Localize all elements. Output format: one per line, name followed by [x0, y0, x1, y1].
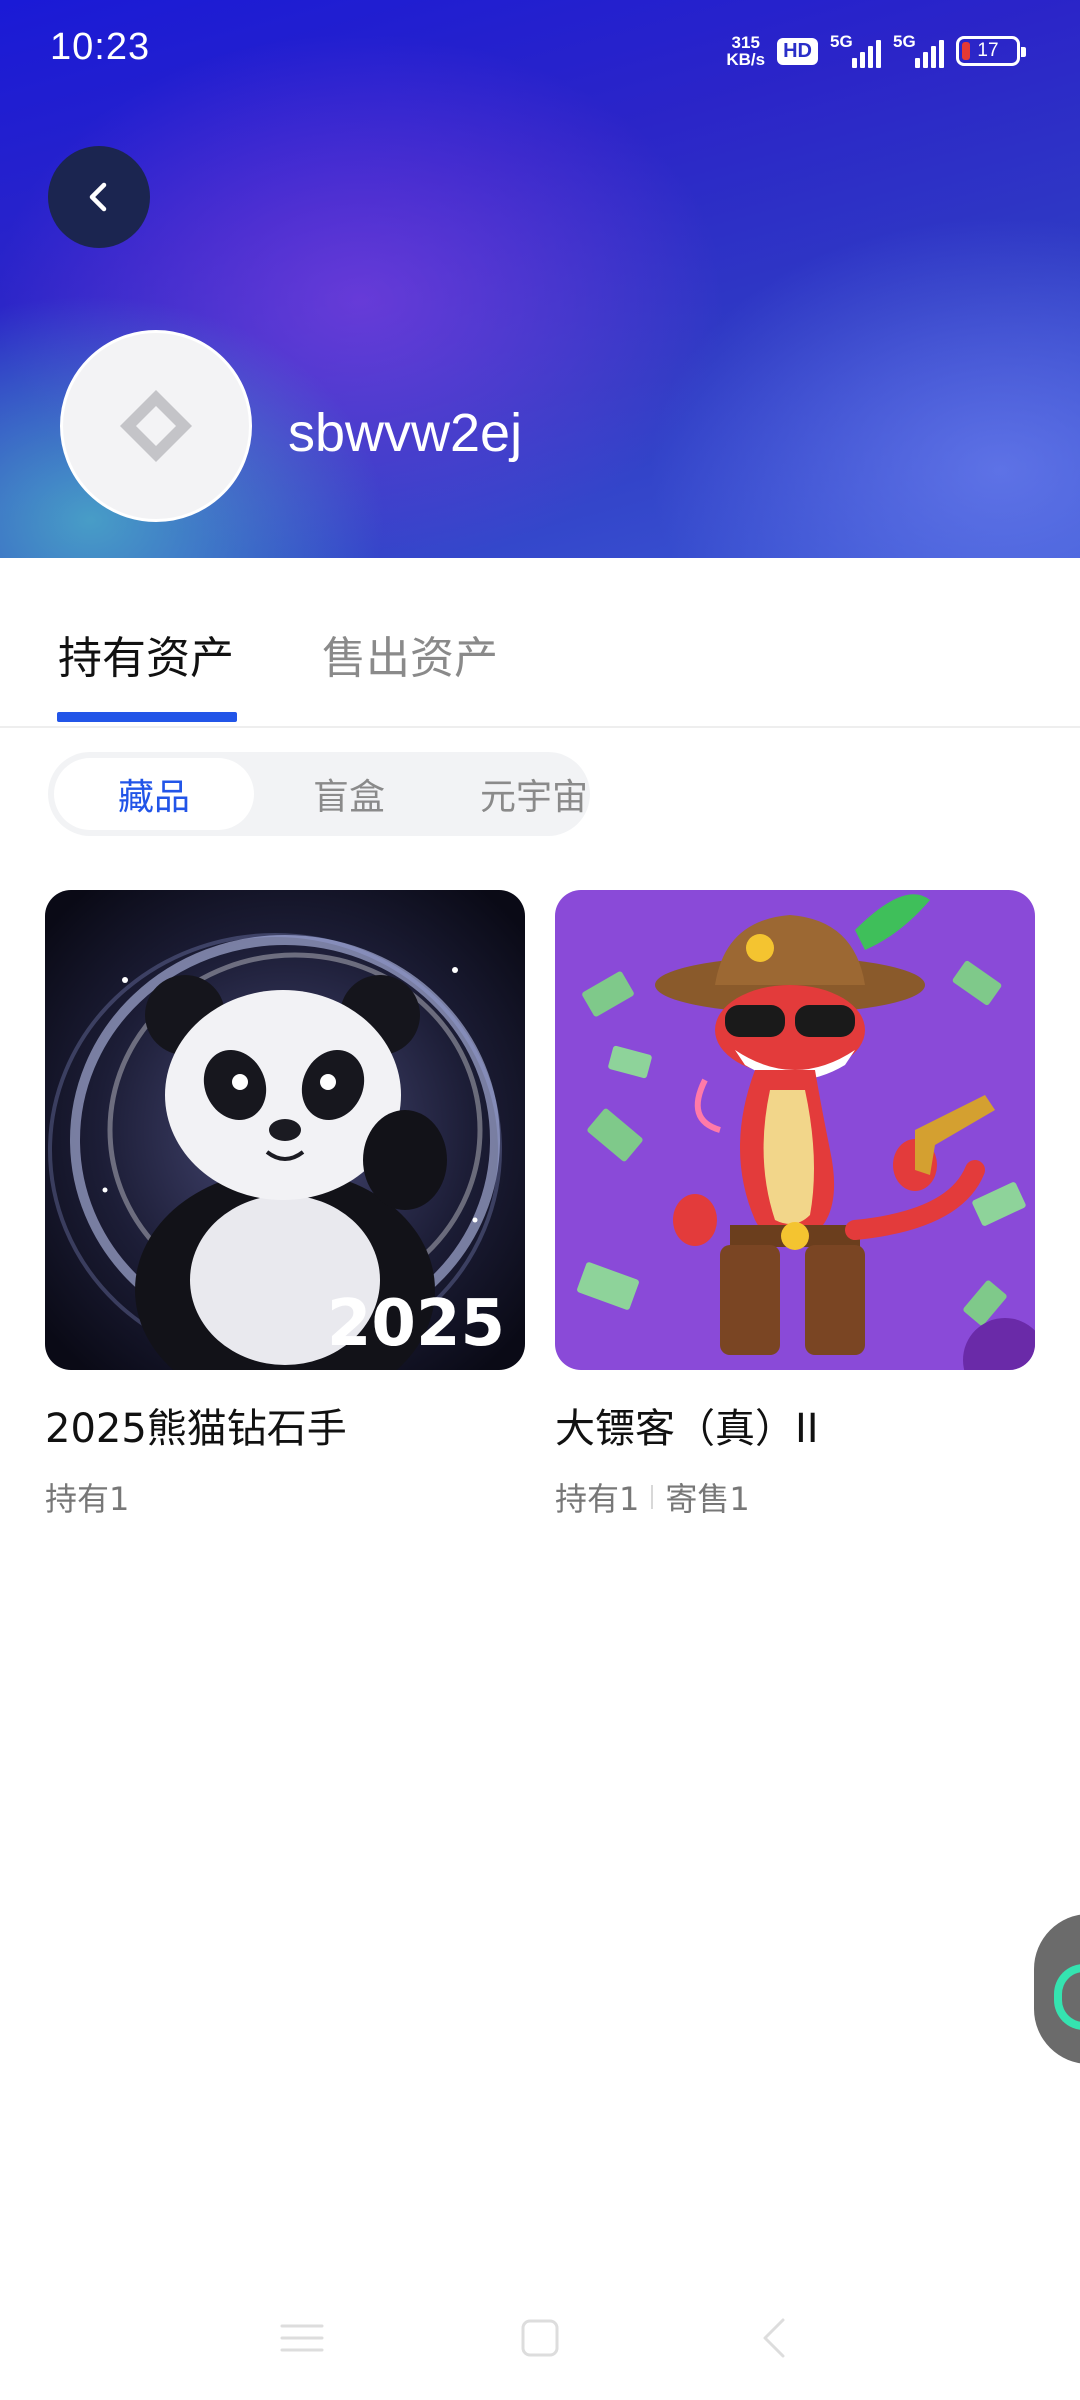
category-segment: 藏品 盲盒 元宇宙	[48, 752, 590, 836]
floating-assistant-button[interactable]	[1034, 1914, 1080, 2064]
asset-tabs: 持有资产 售出资产	[0, 558, 1080, 728]
segment-metaverse[interactable]: 元宇宙	[434, 758, 634, 830]
hd-badge: HD	[777, 37, 818, 65]
battery-icon: 17	[956, 36, 1026, 66]
screen: 10:23 315 KB/s HD 5G 5G 17 sbwvw2ej 持有资产…	[0, 0, 1080, 2400]
status-bar: 10:23 315 KB/s HD 5G 5G 17	[0, 0, 1080, 100]
asset-image-panda[interactable]: 2025	[45, 890, 525, 1370]
asset-card[interactable]: 2025 2025熊猫钻石手 持有1	[45, 890, 525, 1520]
signal-label: 5G	[893, 32, 916, 51]
username: sbwvw2ej	[288, 403, 523, 463]
back-icon[interactable]	[745, 2308, 805, 2368]
hold-count: 持有1	[45, 1480, 130, 1518]
network-speed: 315 KB/s	[726, 34, 765, 68]
avatar[interactable]	[60, 330, 252, 522]
cowboy-snake-artwork	[555, 890, 1035, 1370]
segment-blind-box[interactable]: 盲盒	[254, 758, 444, 830]
status-icons: 315 KB/s HD 5G 5G 17	[726, 30, 1026, 72]
meta-divider	[651, 1485, 654, 1509]
consign-count: 寄售1	[665, 1480, 750, 1518]
asset-meta: 持有1	[45, 1474, 525, 1520]
system-nav-bar	[0, 2300, 1080, 2400]
tab-indicator	[57, 712, 237, 722]
tab-held-assets[interactable]: 持有资产	[58, 622, 234, 686]
signal-icon: 5G	[830, 32, 881, 68]
asset-title: 2025熊猫钻石手	[45, 1406, 347, 1452]
card-image-year: 2025	[327, 1287, 505, 1361]
menu-icon[interactable]	[272, 2308, 332, 2368]
battery-level: 17	[977, 40, 999, 61]
asset-title: 大镖客（真）II	[555, 1406, 819, 1452]
back-button[interactable]	[48, 146, 150, 248]
network-speed-value: 315	[731, 33, 760, 52]
hold-count: 持有1	[555, 1480, 640, 1518]
signal-label: 5G	[830, 32, 853, 51]
status-time: 10:23	[50, 26, 151, 68]
asset-image-cowboy-snake[interactable]	[555, 890, 1035, 1370]
home-icon[interactable]	[510, 2308, 570, 2368]
signal-icon: 5G	[893, 32, 944, 68]
chevron-left-icon	[89, 182, 107, 212]
diamond-logo-icon	[120, 390, 192, 462]
asset-meta: 持有1 寄售1	[555, 1474, 1035, 1520]
battery-level-fill	[962, 42, 970, 60]
asset-card[interactable]: 大镖客（真）II 持有1 寄售1	[555, 890, 1035, 1520]
panda-artwork: 2025	[45, 890, 525, 1370]
network-speed-unit: KB/s	[726, 50, 766, 69]
tab-sold-assets[interactable]: 售出资产	[322, 622, 498, 686]
segment-collectibles[interactable]: 藏品	[54, 758, 254, 830]
